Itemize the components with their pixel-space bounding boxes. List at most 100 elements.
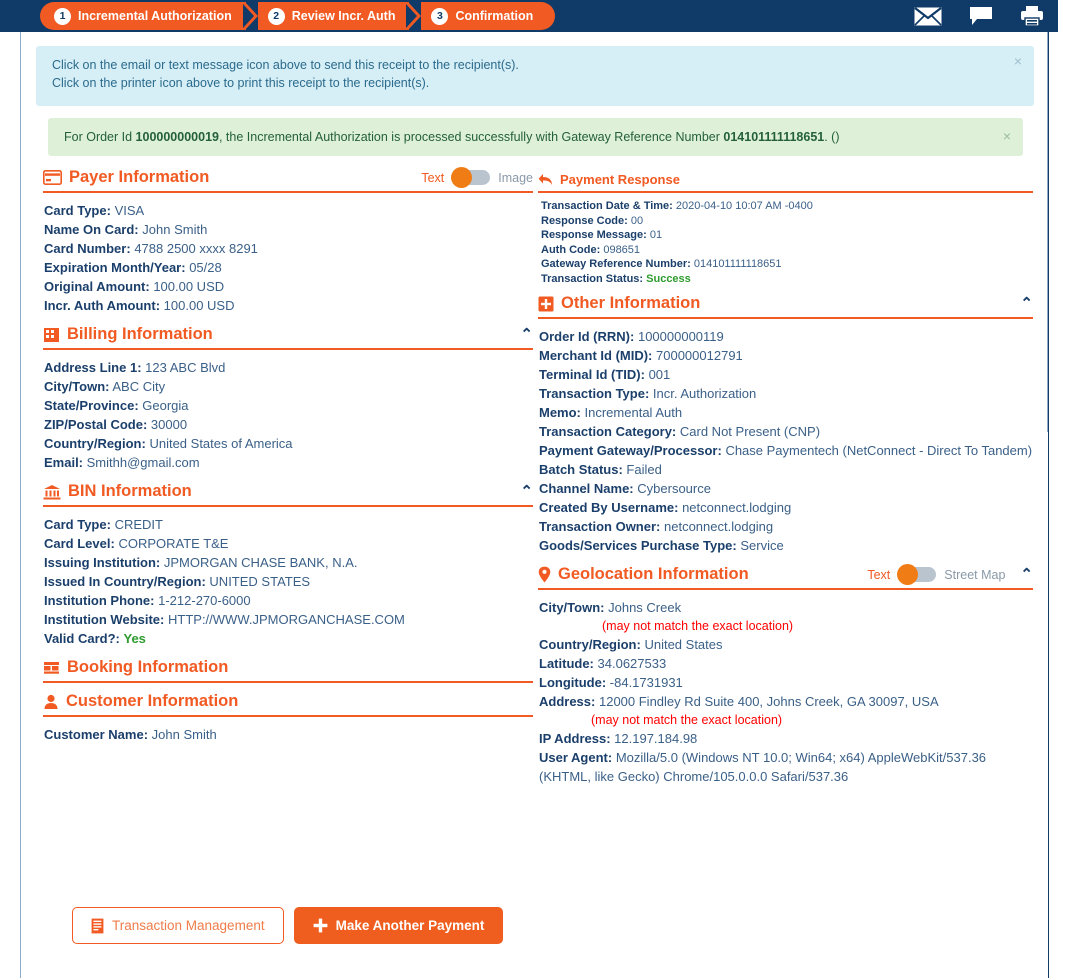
field-label: Name On Card: bbox=[44, 222, 139, 237]
billing-fields: Address Line 1: 123 ABC Blvd City/Town: … bbox=[43, 350, 533, 482]
field-row: Customer Name: John Smith bbox=[44, 725, 533, 744]
chevron-up-icon[interactable]: ⌃ bbox=[520, 327, 533, 342]
chevron-up-icon[interactable]: ⌃ bbox=[520, 484, 533, 499]
customer-information-section: Customer Information Customer Name: John… bbox=[43, 692, 533, 754]
field-label: Email: bbox=[44, 455, 84, 470]
field-row: Country/Region: United States of America bbox=[44, 434, 533, 453]
field-value: United States of America bbox=[149, 436, 293, 451]
toggle-label-text: Text bbox=[421, 170, 445, 185]
field-value: 098651 bbox=[603, 243, 641, 256]
transaction-management-button[interactable]: Transaction Management bbox=[72, 907, 284, 944]
payer-fields: Card Type: VISA Name On Card: John Smith… bbox=[43, 193, 533, 325]
field-value: netconnect.lodging bbox=[664, 519, 774, 534]
field-row: Email: Smithh@gmail.com bbox=[44, 453, 533, 472]
location-disclaimer-note: (may not match the exact location) bbox=[591, 713, 783, 727]
field-value: 001 bbox=[648, 367, 671, 382]
field-label: Batch Status: bbox=[539, 462, 623, 477]
email-icon[interactable] bbox=[914, 6, 942, 26]
section-title: Payer Information bbox=[69, 168, 210, 186]
field-row: Name On Card: John Smith bbox=[44, 220, 533, 239]
close-icon[interactable]: × bbox=[1003, 129, 1011, 143]
success-prefix: For Order Id bbox=[64, 130, 136, 144]
printer-icon[interactable] bbox=[1020, 5, 1044, 27]
customer-information-header[interactable]: Customer Information bbox=[43, 692, 533, 717]
step-label: Confirmation bbox=[455, 9, 534, 23]
geolocation-information-header[interactable]: Geolocation Information Text Street Map … bbox=[538, 564, 1033, 590]
make-another-payment-button[interactable]: Make Another Payment bbox=[293, 907, 504, 944]
field-value: 100.00 USD bbox=[153, 279, 225, 294]
top-navigation-bar: 1 Incremental Authorization 2 Review Inc… bbox=[0, 0, 1058, 32]
field-row: Country/Region: United States bbox=[539, 635, 1033, 654]
field-label: Incr. Auth Amount: bbox=[44, 298, 161, 313]
field-value: CORPORATE T&E bbox=[118, 536, 229, 551]
close-icon[interactable]: × bbox=[1014, 54, 1022, 68]
field-label: Payment Gateway/Processor: bbox=[539, 443, 722, 458]
field-value: 34.0627533 bbox=[597, 656, 667, 671]
wizard-step-2[interactable]: 2 Review Incr. Auth bbox=[257, 2, 410, 30]
field-label: Address: bbox=[539, 694, 596, 709]
field-value: Service bbox=[740, 538, 784, 553]
field-row: ZIP/Postal Code: 30000 bbox=[44, 415, 533, 434]
payer-display-toggle[interactable]: Text Image bbox=[421, 167, 533, 188]
field-row: State/Province: Georgia bbox=[44, 396, 533, 415]
receipt-icon bbox=[91, 918, 104, 934]
field-value: Smithh@gmail.com bbox=[86, 455, 200, 470]
field-value: CREDIT bbox=[114, 517, 163, 532]
toggle-switch[interactable] bbox=[897, 564, 937, 585]
field-value: Cybersource bbox=[637, 481, 711, 496]
field-value: 00 bbox=[630, 214, 644, 227]
wizard-step-1[interactable]: 1 Incremental Authorization bbox=[40, 2, 246, 30]
field-row: IP Address: 12.197.184.98 bbox=[539, 729, 1033, 748]
field-row: Transaction Owner: netconnect.lodging bbox=[539, 517, 1033, 536]
building-icon bbox=[43, 327, 60, 343]
booking-information-header[interactable]: Booking Information bbox=[43, 658, 533, 683]
field-value: 700000012791 bbox=[656, 348, 743, 363]
field-value: Card Not Present (CNP) bbox=[679, 424, 821, 439]
field-label: Transaction Date & Time: bbox=[541, 200, 673, 212]
geolocation-display-toggle[interactable]: Text Street Map bbox=[867, 564, 1005, 585]
text-message-icon[interactable] bbox=[968, 6, 994, 26]
chevron-up-icon[interactable]: ⌃ bbox=[1020, 296, 1033, 311]
field-value: 4788 2500 xxxx 8291 bbox=[134, 241, 258, 256]
field-row: Order Id (RRN): 100000000119 bbox=[539, 327, 1033, 346]
step-number: 2 bbox=[267, 7, 285, 25]
field-label: Address Line 1: bbox=[44, 360, 142, 375]
field-row: Transaction Status: Success bbox=[541, 272, 1033, 287]
step-chevron-2 bbox=[406, 2, 422, 30]
field-row: Card Number: 4788 2500 xxxx 8291 bbox=[44, 239, 533, 258]
field-value: 01 bbox=[649, 229, 663, 241]
field-value: 100.00 USD bbox=[163, 298, 235, 313]
field-value: 30000 bbox=[150, 417, 188, 432]
billing-information-header[interactable]: Billing Information ⌃ bbox=[43, 325, 533, 350]
field-row: Latitude: 34.0627533 bbox=[539, 654, 1033, 673]
success-middle: , the Incremental Authorization is proce… bbox=[218, 130, 724, 144]
page-left-border bbox=[20, 32, 21, 978]
field-value: VISA bbox=[114, 203, 145, 218]
field-value: JPMORGAN CHASE BANK, N.A. bbox=[163, 555, 358, 570]
field-row: Batch Status: Failed bbox=[539, 460, 1033, 479]
field-label: Memo: bbox=[539, 405, 581, 420]
bin-information-header[interactable]: BIN Information ⌃ bbox=[43, 482, 533, 507]
toggle-switch[interactable] bbox=[451, 167, 491, 188]
section-title: Booking Information bbox=[67, 658, 229, 676]
left-column: Payer Information Text Image Card Type: … bbox=[43, 167, 533, 754]
field-row: Address: 12000 Findley Rd Suite 400, Joh… bbox=[539, 692, 1033, 711]
field-row: Card Level: CORPORATE T&E bbox=[44, 534, 533, 553]
field-label: Card Number: bbox=[44, 241, 131, 256]
chevron-up-icon[interactable]: ⌃ bbox=[1020, 567, 1033, 582]
wizard-step-3[interactable]: 3 Confirmation bbox=[421, 2, 556, 30]
person-icon bbox=[43, 694, 59, 710]
field-label: Card Level: bbox=[44, 536, 115, 551]
field-row: Card Type: VISA bbox=[44, 201, 533, 220]
payment-response-section: Payment Response Transaction Date & Time… bbox=[538, 172, 1033, 294]
other-information-header[interactable]: Other Information ⌃ bbox=[538, 294, 1033, 319]
field-row: Institution Website: HTTP://WWW.JPMORGAN… bbox=[44, 610, 533, 629]
field-label: State/Province: bbox=[44, 398, 139, 413]
plus-icon bbox=[313, 918, 328, 933]
location-disclaimer-note: (may not match the exact location) bbox=[602, 619, 794, 633]
field-label: Card Type: bbox=[44, 203, 111, 218]
step-number: 1 bbox=[54, 7, 71, 25]
field-row: Transaction Date & Time: 2020-04-10 10:0… bbox=[541, 199, 1033, 214]
field-row: Expiration Month/Year: 05/28 bbox=[44, 258, 533, 277]
field-label: Latitude: bbox=[539, 656, 594, 671]
